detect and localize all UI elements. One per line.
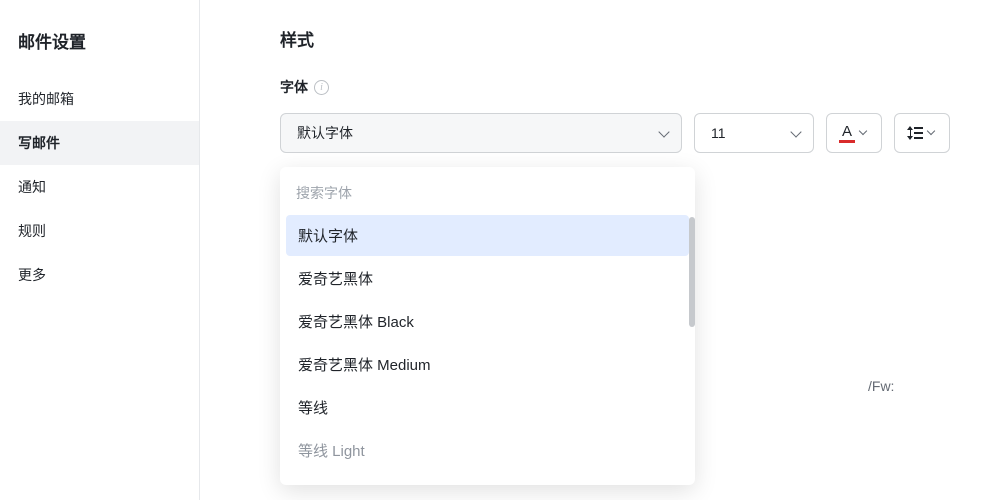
line-spacing-button[interactable] [894, 113, 950, 153]
chevron-down-icon [927, 128, 937, 138]
font-size-value: 11 [711, 125, 726, 141]
section-title-style: 样式 [280, 26, 1000, 51]
chevron-down-icon [859, 128, 869, 138]
sidebar-item-rules[interactable]: 规则 [0, 209, 199, 253]
font-label-text: 字体 [280, 77, 308, 97]
text-color-icon: A [839, 124, 855, 143]
font-controls-row: 默认字体 11 A [280, 113, 1000, 153]
background-text-fragment: /Fw: [868, 378, 894, 394]
sidebar-item-my-mailbox[interactable]: 我的邮箱 [0, 77, 199, 121]
line-spacing-icon [907, 126, 923, 140]
settings-sidebar: 邮件设置 我的邮箱 写邮件 通知 规则 更多 [0, 0, 200, 500]
font-option-iqiyi-hei-black[interactable]: 爱奇艺黑体 Black [286, 301, 689, 342]
font-family-select[interactable]: 默认字体 [280, 113, 682, 153]
info-icon[interactable]: i [314, 80, 329, 95]
font-options-list: 默认字体 爱奇艺黑体 爱奇艺黑体 Black 爱奇艺黑体 Medium 等线 等… [280, 211, 695, 485]
font-option-iqiyi-hei[interactable]: 爱奇艺黑体 [286, 258, 689, 299]
font-size-select[interactable]: 11 [694, 113, 814, 153]
font-dropdown-panel: 默认字体 爱奇艺黑体 爱奇艺黑体 Black 爱奇艺黑体 Medium 等线 等… [280, 167, 695, 485]
font-search-row [280, 173, 695, 211]
text-color-button[interactable]: A [826, 113, 882, 153]
font-option-default[interactable]: 默认字体 [286, 215, 689, 256]
scrollbar-thumb[interactable] [689, 217, 695, 327]
font-option-dengxian[interactable]: 等线 [286, 387, 689, 428]
sidebar-title: 邮件设置 [0, 28, 199, 77]
sidebar-item-compose[interactable]: 写邮件 [0, 121, 199, 165]
chevron-down-icon [791, 128, 801, 138]
font-search-input[interactable] [292, 179, 683, 207]
font-option-iqiyi-hei-medium[interactable]: 爱奇艺黑体 Medium [286, 344, 689, 385]
chevron-down-icon [659, 128, 669, 138]
font-field-label: 字体 i [280, 77, 1000, 97]
sidebar-item-notifications[interactable]: 通知 [0, 165, 199, 209]
sidebar-item-more[interactable]: 更多 [0, 253, 199, 297]
font-family-value: 默认字体 [297, 123, 353, 143]
main-content: 样式 字体 i 默认字体 11 A [200, 0, 1000, 500]
font-option-dengxian-light[interactable]: 等线 Light [286, 430, 689, 471]
